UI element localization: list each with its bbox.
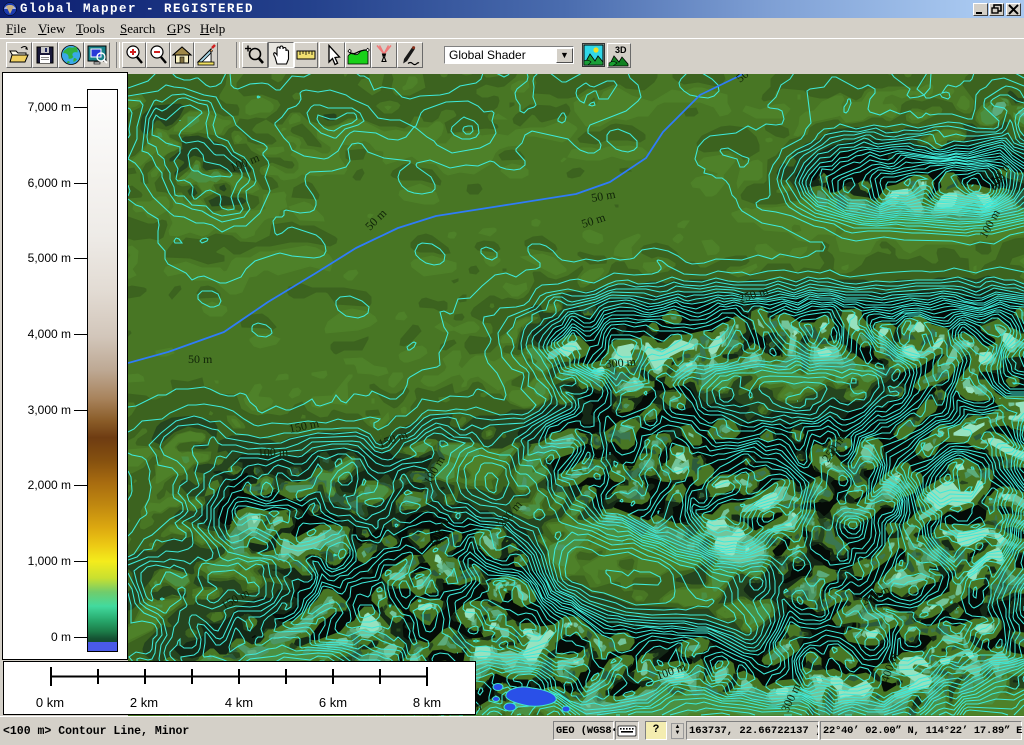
svg-text:3D: 3D xyxy=(615,45,627,55)
svg-text:300 m: 300 m xyxy=(605,354,637,371)
svg-text:100 m: 100 m xyxy=(257,444,289,460)
svg-text:50 m: 50 m xyxy=(188,352,213,366)
